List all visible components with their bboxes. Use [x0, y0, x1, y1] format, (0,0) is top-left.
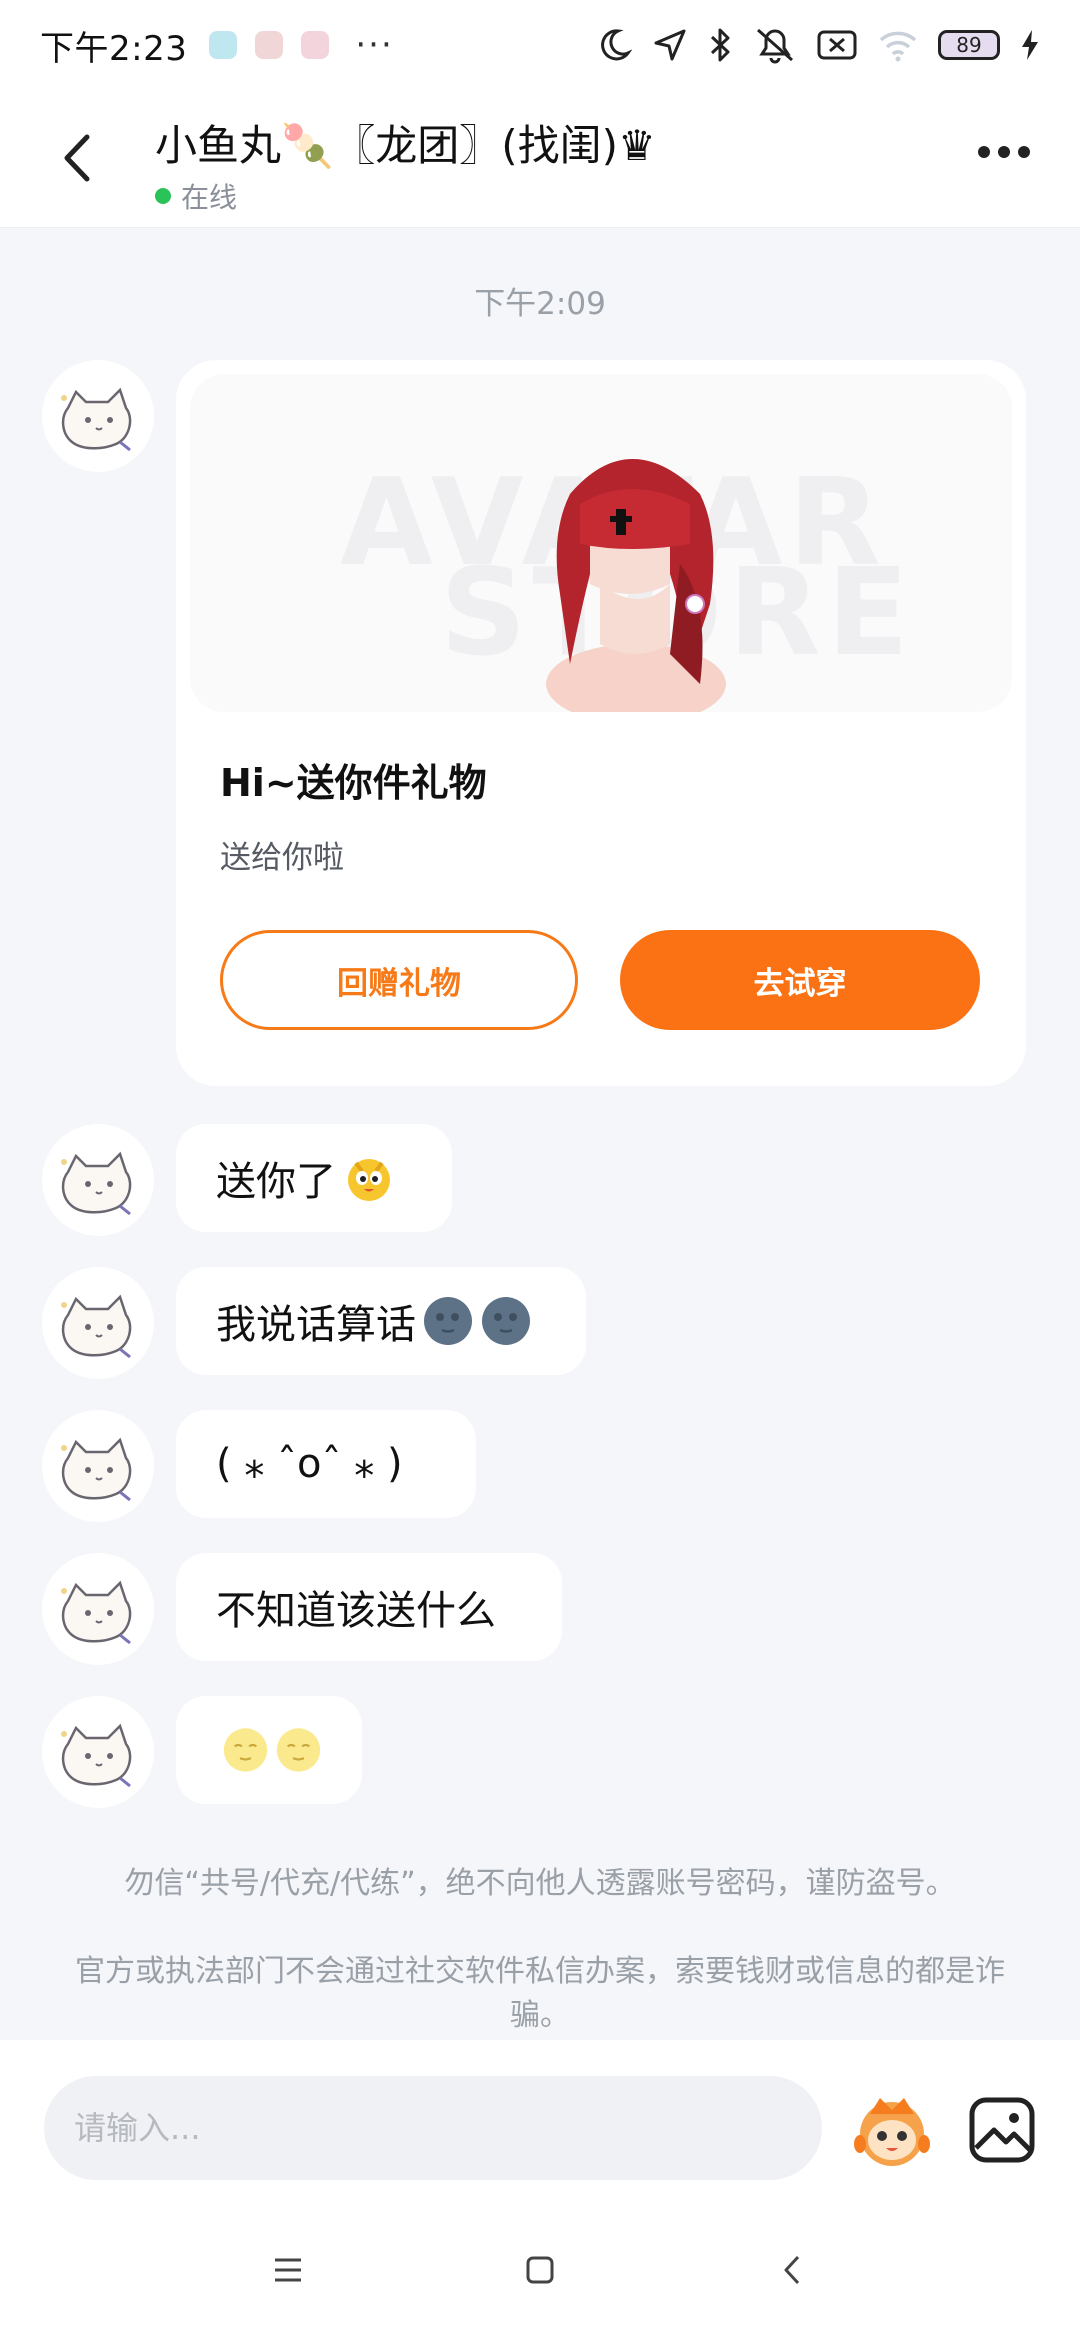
safety-notice: 勿信“共号/代充/代练”，绝不向他人透露账号密码，谨防盗号。: [124, 1866, 956, 1901]
red-hair-avatar-icon: [546, 459, 726, 712]
online-status-text: 在线: [181, 181, 238, 214]
avatar[interactable]: [42, 1696, 154, 1808]
status-more-icon: ···: [355, 25, 394, 65]
nav-back-icon: [784, 2255, 800, 2285]
new-moon-face-emoji-icon: [424, 1297, 472, 1345]
status-bar: 下午2:23 ··· 89: [0, 0, 1080, 90]
avatar[interactable]: [42, 1267, 154, 1379]
message-bubble[interactable]: 送你了: [176, 1124, 452, 1232]
menu-icon: [275, 2258, 301, 2282]
avatar[interactable]: [42, 1124, 154, 1236]
message-bubble[interactable]: 不知道该送什么: [176, 1553, 562, 1661]
sim-icon: [817, 30, 857, 60]
message-text: ( ⁎ ˆoˆ ⁎ ): [216, 1441, 403, 1487]
back-icon: [64, 134, 90, 182]
location-icon: [654, 29, 686, 61]
gift-subtitle: 送给你啦: [220, 840, 344, 876]
app-notification-icon: [209, 31, 238, 59]
gift-title: Hi~送你件礼物: [220, 761, 487, 805]
cat-avatar-icon: [61, 387, 132, 452]
chick-emoji-icon: [348, 1159, 390, 1201]
cat-avatar-icon: [61, 1437, 132, 1502]
full-moon-face-emoji-icon: [276, 1728, 321, 1772]
online-dot-icon: [155, 188, 171, 204]
avatar[interactable]: [42, 1553, 154, 1665]
menu-button[interactable]: [268, 2250, 308, 2290]
bluetooth-icon: [710, 28, 730, 62]
message-bubble[interactable]: ( ⁎ ˆoˆ ⁎ ): [176, 1410, 476, 1518]
battery-icon: 89: [938, 30, 1000, 60]
avatar[interactable]: [42, 360, 154, 472]
fraud-notice: 官方或执法部门不会通过社交软件私信办案，索要钱财或信息的都是诈骗。: [75, 1954, 1005, 2033]
message-input[interactable]: [44, 2076, 822, 2180]
cat-avatar-icon: [61, 1151, 132, 1216]
gift-preview-image[interactable]: AVATAR STORE: [190, 374, 1012, 712]
wifi-icon: [879, 31, 917, 62]
new-moon-face-emoji-icon: [482, 1297, 530, 1345]
message-bubble[interactable]: 我说话算话: [176, 1267, 586, 1375]
cat-avatar-icon: [61, 1580, 132, 1645]
home-icon: [526, 2256, 554, 2284]
status-time: 下午2:23: [40, 28, 188, 69]
charging-icon: [1022, 30, 1038, 60]
contact-name[interactable]: 小鱼丸🍡〖龙团〗(找闺)♛: [155, 112, 656, 173]
message-text: 我说话算话: [216, 1302, 416, 1348]
return-gift-button[interactable]: 回赠礼物: [220, 930, 578, 1030]
gift-card[interactable]: AVATAR STORE Hi~送你件礼物 送给你啦 回赠礼物 去试穿: [176, 360, 1026, 1086]
image-button[interactable]: [966, 2094, 1038, 2166]
status-system-icons: 89: [596, 26, 1040, 64]
message-text: 不知道该送什么: [216, 1588, 496, 1634]
moon-icon: [601, 29, 632, 61]
system-nav-bar: [0, 2220, 1080, 2320]
image-icon: [969, 2097, 1035, 2163]
full-moon-face-emoji-icon: [223, 1728, 268, 1772]
more-icon: [978, 146, 990, 158]
app-notification-icon: [255, 31, 284, 59]
message-text: 送你了: [216, 1159, 336, 1205]
more-button[interactable]: [978, 146, 1030, 158]
message-timestamp: 下午2:09: [474, 286, 606, 322]
nav-back-button[interactable]: [772, 2250, 812, 2290]
avatar[interactable]: [42, 1410, 154, 1522]
sticker-button[interactable]: [850, 2088, 934, 2172]
mute-icon: [757, 28, 793, 64]
mascot-icon: [854, 2098, 930, 2166]
battery-level: 89: [956, 33, 982, 57]
status-notification-icons: [209, 31, 330, 59]
chat-screen: 下午2:23 ··· 89 小鱼丸🍡〖龙团〗(找闺)♛ 在线 下午2:09 Hi…: [0, 0, 1080, 2340]
home-button[interactable]: [520, 2250, 560, 2290]
app-notification-icon: [301, 31, 330, 59]
cat-avatar-icon: [61, 1723, 132, 1788]
online-status: 在线: [155, 176, 237, 216]
back-button[interactable]: [48, 130, 104, 186]
cat-avatar-icon: [61, 1294, 132, 1359]
chat-header: 小鱼丸🍡〖龙团〗(找闺)♛ 在线: [0, 90, 1080, 228]
message-bubble[interactable]: [176, 1696, 362, 1804]
try-on-button[interactable]: 去试穿: [620, 930, 980, 1030]
